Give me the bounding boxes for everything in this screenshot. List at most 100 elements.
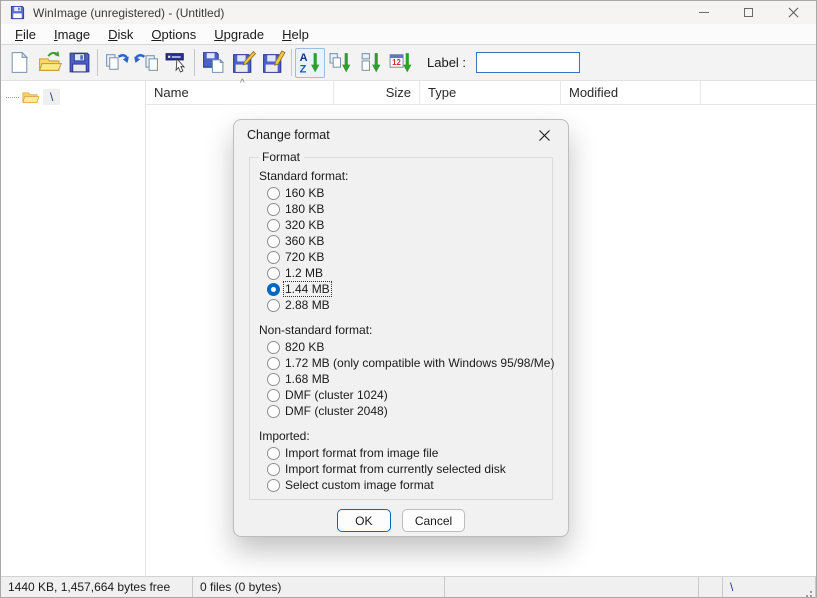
menu-item-file[interactable]: File [6, 25, 45, 44]
title-bar: WinImage (unregistered) - (Untitled) [1, 1, 816, 24]
radio-option-dmf-cluster-2048[interactable]: DMF (cluster 2048) [267, 403, 546, 419]
radio-option-1.2-mb[interactable]: 1.2 MB [267, 265, 546, 281]
save-image-button[interactable] [64, 48, 94, 78]
minimize-button[interactable] [681, 1, 726, 24]
radio-option-720-kb[interactable]: 720 KB [267, 249, 546, 265]
radio-label: 820 KB [284, 340, 325, 354]
radio-option-select-custom-image-format[interactable]: Select custom image format [267, 477, 546, 493]
sort-date-button[interactable]: 12 [385, 48, 415, 78]
radio-unselected-icon[interactable] [267, 463, 280, 476]
radio-option-820-kb[interactable]: 820 KB [267, 339, 546, 355]
radio-label: Select custom image format [284, 478, 435, 492]
save-image-icon [67, 50, 92, 75]
radio-option-dmf-cluster-1024[interactable]: DMF (cluster 1024) [267, 387, 546, 403]
radio-unselected-icon[interactable] [267, 219, 280, 232]
select-files-icon [164, 50, 189, 75]
format-sections: Standard format:160 KB180 KB320 KB360 KB… [256, 169, 546, 493]
open-folder-icon [20, 88, 40, 106]
column-header-size[interactable]: Size [334, 81, 420, 104]
write-disk-button[interactable] [228, 48, 258, 78]
radio-option-320-kb[interactable]: 320 KB [267, 217, 546, 233]
toolbar-buttons: AZ 12 [4, 48, 415, 78]
maximize-icon [744, 8, 753, 17]
radio-unselected-icon[interactable] [267, 405, 280, 418]
radio-label: 1.68 MB [284, 372, 331, 386]
format-disk-icon [261, 50, 286, 75]
menu-item-help[interactable]: Help [273, 25, 318, 44]
radio-label: 720 KB [284, 250, 325, 264]
format-section: Imported:Import format from image fileIm… [256, 429, 546, 493]
file-list-header: ^ Name Size Type Modified [146, 81, 816, 105]
label-input[interactable] [476, 52, 580, 73]
radio-unselected-icon[interactable] [267, 389, 280, 402]
maximize-button[interactable] [726, 1, 771, 24]
radio-option-import-format-from-image-file[interactable]: Import format from image file [267, 445, 546, 461]
radio-option-1.72-mb-only-compatible-with-windows-95-98-me[interactable]: 1.72 MB (only compatible with Windows 95… [267, 355, 546, 371]
format-section: Standard format:160 KB180 KB320 KB360 KB… [256, 169, 546, 313]
svg-text:12: 12 [392, 58, 401, 67]
select-files-button[interactable] [161, 48, 191, 78]
toolbar-separator [97, 49, 98, 76]
ok-button[interactable]: OK [337, 509, 391, 532]
menu-item-options[interactable]: Options [142, 25, 205, 44]
radio-unselected-icon[interactable] [267, 299, 280, 312]
dialog-close-button[interactable] [533, 124, 555, 146]
radio-option-1.44-mb[interactable]: 1.44 MB [267, 281, 546, 297]
radio-label: 2.88 MB [284, 298, 331, 312]
winimage-window: WinImage (unregistered) - (Untitled) Fil… [0, 0, 817, 598]
radio-unselected-icon[interactable] [267, 203, 280, 216]
radio-unselected-icon[interactable] [267, 341, 280, 354]
dialog-title: Change format [247, 128, 330, 142]
dialog-body: Format Standard format:160 KB180 KB320 K… [234, 157, 568, 532]
radio-selected-icon[interactable] [267, 283, 280, 296]
sort-type-icon [328, 50, 353, 75]
column-header-type[interactable]: Type [420, 81, 561, 104]
cancel-button[interactable]: Cancel [402, 509, 465, 532]
tree-item-root[interactable]: \ [1, 88, 145, 106]
resize-grip[interactable] [810, 591, 812, 593]
radio-option-360-kb[interactable]: 360 KB [267, 233, 546, 249]
menu-item-image[interactable]: Image [45, 25, 99, 44]
toolbar: AZ12 Label : [1, 45, 816, 81]
radio-label: 320 KB [284, 218, 325, 232]
radio-unselected-icon[interactable] [267, 357, 280, 370]
inject-disk-button[interactable] [198, 48, 228, 78]
radio-option-180-kb[interactable]: 180 KB [267, 201, 546, 217]
radio-label: 360 KB [284, 234, 325, 248]
radio-label: Import format from image file [284, 446, 439, 460]
window-title: WinImage (unregistered) - (Untitled) [33, 6, 224, 20]
sort-name-button[interactable]: AZ [295, 48, 325, 78]
change-format-dialog: Change format Format Standard format:160… [233, 119, 569, 537]
open-image-icon [37, 50, 62, 75]
radio-unselected-icon[interactable] [267, 373, 280, 386]
menu-item-upgrade[interactable]: Upgrade [205, 25, 273, 44]
minimize-icon [699, 12, 709, 13]
format-disk-button[interactable] [258, 48, 288, 78]
sort-size-button[interactable] [355, 48, 385, 78]
radio-option-1.68-mb[interactable]: 1.68 MB [267, 371, 546, 387]
radio-unselected-icon[interactable] [267, 447, 280, 460]
radio-unselected-icon[interactable] [267, 235, 280, 248]
radio-option-import-format-from-currently-selected-disk[interactable]: Import format from currently selected di… [267, 461, 546, 477]
status-file-count: 0 files (0 bytes) [193, 577, 445, 597]
radio-label: 180 KB [284, 202, 325, 216]
open-image-button[interactable] [34, 48, 64, 78]
tree-branch-line [6, 97, 19, 98]
radio-option-160-kb[interactable]: 160 KB [267, 185, 546, 201]
status-bar: 1440 KB, 1,457,664 bytes free 0 files (0… [1, 576, 816, 597]
add-files-button[interactable] [131, 48, 161, 78]
radio-option-2.88-mb[interactable]: 2.88 MB [267, 297, 546, 313]
extract-files-button[interactable] [101, 48, 131, 78]
section-label: Non-standard format: [259, 323, 546, 339]
close-button[interactable] [771, 1, 816, 24]
radio-unselected-icon[interactable] [267, 267, 280, 280]
sort-size-icon [358, 50, 383, 75]
radio-unselected-icon[interactable] [267, 187, 280, 200]
column-header-modified[interactable]: Modified [561, 81, 701, 104]
svg-text:A: A [299, 52, 307, 64]
new-image-button[interactable] [4, 48, 34, 78]
menu-item-disk[interactable]: Disk [99, 25, 142, 44]
radio-unselected-icon[interactable] [267, 479, 280, 492]
radio-unselected-icon[interactable] [267, 251, 280, 264]
sort-type-button[interactable] [325, 48, 355, 78]
